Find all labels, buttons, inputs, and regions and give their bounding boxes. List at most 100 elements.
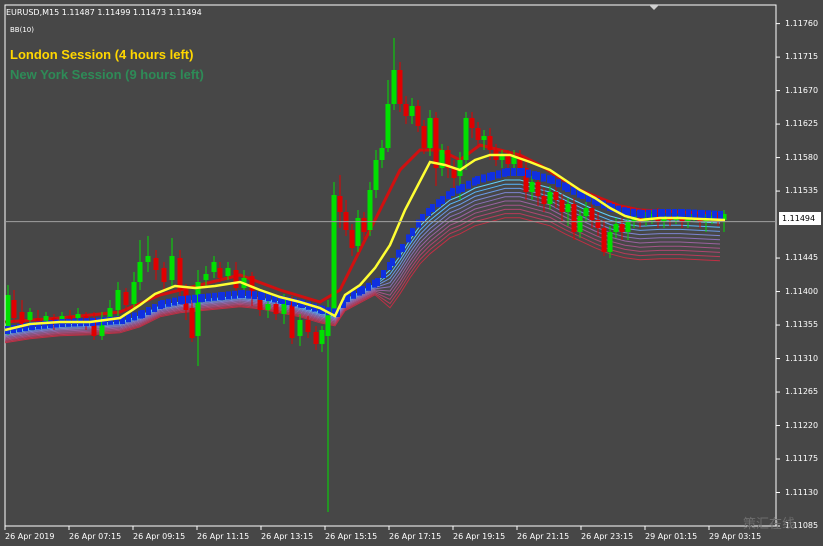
- blue-ma-block: [220, 292, 225, 300]
- candle-body: [217, 268, 223, 278]
- candle-body: [5, 295, 11, 330]
- blue-ma-block: [706, 210, 711, 219]
- blue-ma-block: [186, 295, 191, 304]
- blue-ma-block: [260, 292, 265, 300]
- blue-ma-block: [180, 296, 185, 304]
- blue-ma-block: [226, 291, 231, 300]
- candle-body: [225, 268, 231, 276]
- blue-ma-block: [686, 209, 691, 218]
- blue-ma-block: [152, 304, 157, 312]
- newyork-session-label: New York Session (9 hours left): [10, 67, 204, 82]
- candle-body: [373, 160, 379, 190]
- blue-ma-block: [420, 214, 425, 222]
- blue-ma-block: [252, 291, 257, 300]
- blue-ma-block: [366, 282, 371, 291]
- candle-body: [427, 118, 433, 148]
- candle-body: [11, 300, 17, 318]
- blue-ma-block: [652, 209, 657, 218]
- candle-body: [211, 262, 217, 272]
- blue-ma-block: [505, 168, 510, 176]
- candle-body: [325, 312, 331, 336]
- candle-body: [319, 330, 325, 344]
- candle-body: [391, 70, 397, 104]
- candle-body: [361, 218, 367, 232]
- blue-ma-block: [375, 278, 380, 286]
- blue-ma-block: [718, 210, 723, 219]
- blue-ma-block: [166, 298, 171, 307]
- candle-body: [487, 136, 493, 150]
- blue-ma-block: [212, 292, 217, 301]
- candle-body: [75, 314, 81, 318]
- chart-window[interactable]: { "header": {"symbol_line": "EURUSD,M15 …: [0, 0, 823, 546]
- candle-body: [265, 304, 271, 310]
- blue-ma-block: [246, 290, 251, 299]
- candle-body: [403, 104, 409, 116]
- candle-body: [273, 304, 279, 314]
- x-tick-label: 26 Apr 09:15: [133, 532, 186, 541]
- candle-body: [433, 118, 439, 168]
- candle-body: [123, 292, 129, 305]
- blue-ma-block: [400, 244, 405, 252]
- blue-ma-block: [646, 209, 651, 218]
- candle-body: [475, 128, 481, 140]
- candle-body: [409, 106, 415, 116]
- candle-body: [343, 212, 349, 230]
- x-tick-label: 29 Apr 01:15: [645, 532, 698, 541]
- candle-body: [337, 196, 343, 212]
- candle-body: [19, 312, 25, 325]
- candle-body: [153, 258, 159, 270]
- x-tick-label: 26 Apr 2019: [5, 532, 55, 541]
- y-tick-label: 1.11310: [785, 353, 819, 363]
- blue-ma-block: [481, 174, 486, 183]
- candle-body: [203, 274, 209, 280]
- candle-body: [421, 126, 427, 148]
- x-tick-label: 26 Apr 17:15: [389, 532, 442, 541]
- price-axis[interactable]: [776, 23, 780, 527]
- blue-ma-block: [680, 209, 685, 217]
- watermark: 策汇在线: [742, 517, 795, 532]
- time-axis[interactable]: [4, 526, 710, 530]
- x-tick-label: 26 Apr 15:15: [325, 532, 378, 541]
- x-tick-label: 26 Apr 23:15: [581, 532, 634, 541]
- blue-ma-block: [140, 310, 145, 318]
- blue-ma-block: [520, 168, 525, 176]
- blue-ma-block: [631, 208, 636, 217]
- y-tick-label: 1.11445: [785, 253, 819, 263]
- current-price-tag: 1.11494: [779, 212, 821, 225]
- candle-body: [331, 195, 337, 312]
- blue-ma-block: [666, 209, 671, 217]
- blue-ma-block: [496, 170, 501, 179]
- blue-ma-block: [381, 270, 386, 278]
- candle-body: [137, 262, 143, 282]
- candle-body: [481, 136, 487, 140]
- blue-ma-block: [475, 176, 480, 184]
- blue-ma-block: [625, 208, 630, 216]
- candle-body: [619, 224, 625, 232]
- x-tick-label: 26 Apr 21:15: [517, 532, 570, 541]
- blue-ma-block: [240, 290, 245, 298]
- candle-body: [589, 208, 595, 220]
- candle-body: [233, 270, 239, 288]
- y-tick-label: 1.11220: [785, 420, 819, 430]
- blue-ma-block: [172, 297, 177, 306]
- blue-ma-block: [192, 294, 197, 303]
- candle-body: [613, 224, 619, 232]
- blue-ma-block: [526, 169, 531, 178]
- y-tick-label: 1.11670: [785, 85, 819, 95]
- y-tick-label: 1.11580: [785, 152, 819, 162]
- y-tick-label: 1.11130: [785, 487, 819, 497]
- candle-body: [577, 216, 583, 232]
- london-session-label: London Session (4 hours left): [10, 47, 194, 62]
- candle-body: [297, 320, 303, 336]
- blue-ma-block: [440, 196, 445, 204]
- blue-ma-block: [126, 314, 131, 323]
- blue-ma-block: [692, 209, 697, 218]
- blue-ma-block: [565, 184, 570, 192]
- x-tick-label: 29 Apr 03:15: [709, 532, 762, 541]
- blue-ma-block: [466, 180, 471, 189]
- candle-body: [541, 196, 547, 204]
- blue-ma-block: [541, 173, 546, 182]
- candle-body: [469, 118, 475, 128]
- x-tick-label: 26 Apr 11:15: [197, 532, 250, 541]
- blue-ma-block: [640, 210, 645, 218]
